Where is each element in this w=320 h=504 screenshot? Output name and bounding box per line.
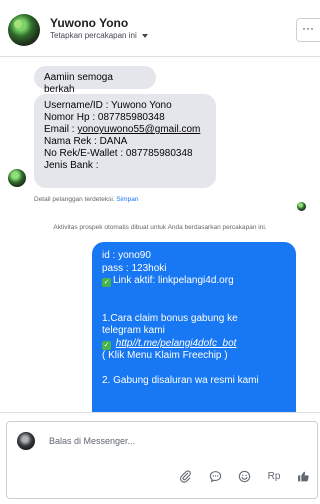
email-link[interactable]: yonoyuwono55@gmail.com xyxy=(77,124,200,135)
message-line: ( Klik Menu Klaim Freechip ) xyxy=(102,350,228,361)
customer-detected-notice: Detail pelanggan terdeteksi. Simpan xyxy=(34,196,138,203)
telegram-bot-link[interactable]: http//t.me/pelangi4dofc_bot xyxy=(116,338,237,349)
message-line: Username/ID : Yuwono Yono xyxy=(44,100,172,111)
thumbs-up-icon[interactable] xyxy=(296,470,310,484)
assign-conversation-label: Tetapkan percakapan ini xyxy=(50,31,137,40)
message-line: pass : 123hoki xyxy=(102,262,167,274)
message-line: 2. Gabung disaluran wa resmi kami xyxy=(102,375,259,386)
save-link[interactable]: Simpan xyxy=(116,196,138,203)
message-text: Link aktif: linkpelangi4d.org xyxy=(113,275,234,286)
contact-name[interactable]: Yuwono Yono xyxy=(50,16,128,30)
message-line: Jenis Bank : xyxy=(44,160,99,171)
lead-activity-notice: Aktivitas prospek otomatis dibuat untuk … xyxy=(53,224,267,231)
message-line: id : yono90 xyxy=(102,250,151,261)
composer: Balas di Messenger... Rp xyxy=(0,412,320,504)
reply-box[interactable]: Balas di Messenger... Rp xyxy=(6,421,318,499)
message-line: ✓ http//t.me/pelangi4dofc_bot xyxy=(102,338,286,351)
message-line: Nomor Hp : 087785980348 xyxy=(44,112,165,123)
contact-avatar-small xyxy=(8,169,26,187)
seen-avatar xyxy=(297,202,306,211)
green-check-icon: ✓ xyxy=(102,340,111,350)
message-line: Email : yonoyuwono55@gmail.com xyxy=(44,124,206,136)
avatar[interactable] xyxy=(8,14,40,46)
more-options-button[interactable]: ··· xyxy=(296,18,320,42)
caret-down-icon xyxy=(141,33,148,38)
green-check-icon: ✓ xyxy=(102,278,111,287)
message-line: Nama Rek : DANA xyxy=(44,136,128,147)
chat-bubble-icon[interactable] xyxy=(208,470,222,484)
message-bubble: Username/ID : Yuwono Yono Nomor Hp : 087… xyxy=(34,94,216,188)
message-line: No Rek/E-Wallet : 087785980348 xyxy=(44,148,193,159)
smiley-icon[interactable] xyxy=(237,470,251,484)
paperclip-icon[interactable] xyxy=(178,470,192,484)
message-bubble: Aamiin semoga berkah xyxy=(34,66,156,95)
assign-conversation-dropdown[interactable]: Tetapkan percakapan ini xyxy=(50,31,148,40)
message-line: telegram kami xyxy=(102,325,165,336)
message-line: ✓ Link aktif: linkpelangi4d.org xyxy=(102,275,286,288)
user-avatar xyxy=(17,432,35,450)
email-label: Email : xyxy=(44,124,78,135)
detect-text: Detail pelanggan terdeteksi. xyxy=(34,196,115,203)
conversation-header: Yuwono Yono Tetapkan percakapan ini ··· xyxy=(0,0,320,57)
message-line: 1.Cara claim bonus gabung ke xyxy=(102,312,238,324)
reply-input[interactable]: Balas di Messenger... xyxy=(49,436,135,446)
payment-rp-icon[interactable]: Rp xyxy=(265,470,283,484)
sent-message-bubble: id : yono90 pass : 123hoki ✓ Link aktif: … xyxy=(92,242,296,412)
